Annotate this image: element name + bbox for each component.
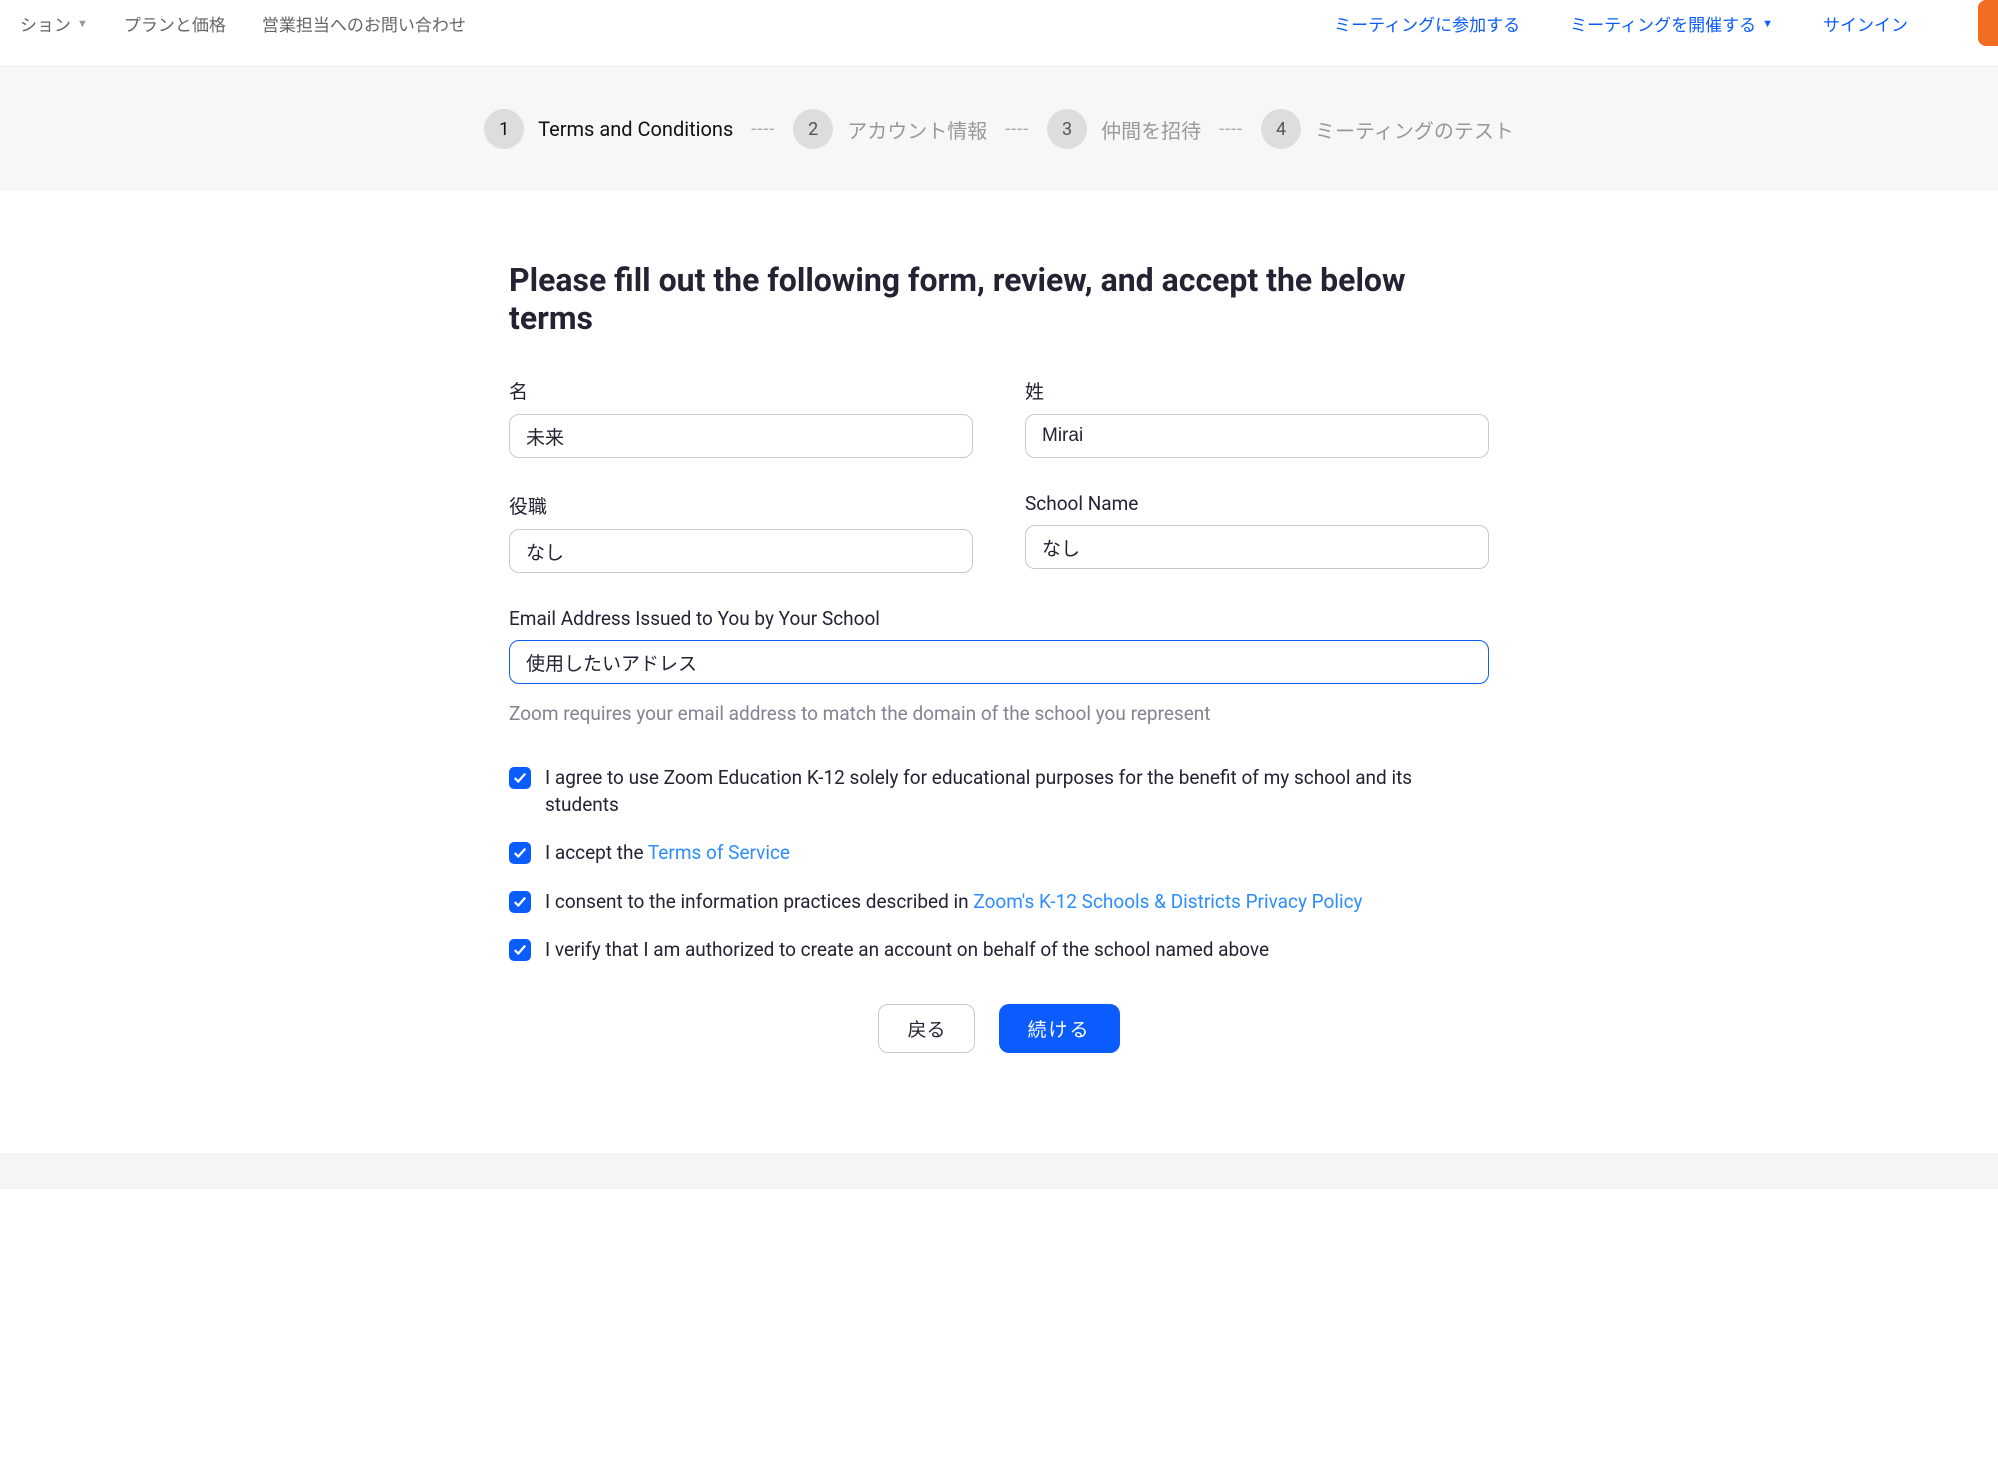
- field-email: Email Address Issued to You by Your Scho…: [509, 607, 1489, 725]
- checkboxes: I agree to use Zoom Education K-12 solel…: [509, 765, 1489, 964]
- position-label: 役職: [509, 492, 973, 519]
- step-sep: ----: [1005, 119, 1029, 140]
- check-icon: [513, 771, 527, 785]
- nav-signin-label: サインイン: [1823, 11, 1908, 36]
- step-num: 2: [793, 109, 833, 149]
- field-last-name: 姓: [1025, 377, 1489, 458]
- step-num: 1: [484, 109, 524, 149]
- nav-join-meeting[interactable]: ミーティングに参加する: [1334, 11, 1520, 36]
- checkbox-4[interactable]: [509, 939, 531, 961]
- page-title: Please fill out the following form, revi…: [509, 261, 1489, 337]
- step-sep: ----: [1219, 119, 1243, 140]
- step-label: 仲間を招待: [1101, 115, 1201, 144]
- first-name-input[interactable]: [509, 414, 973, 458]
- first-name-label: 名: [509, 377, 973, 404]
- check-privacy: I consent to the information practices d…: [509, 889, 1489, 916]
- step-num: 4: [1261, 109, 1301, 149]
- nav-pricing[interactable]: プランと価格: [124, 11, 226, 36]
- step-1: 1 Terms and Conditions ----: [484, 109, 775, 149]
- footer: [0, 1153, 1998, 1189]
- nav-left: ション ▼ プランと価格 営業担当へのお問い合わせ: [20, 11, 466, 36]
- position-input[interactable]: [509, 529, 973, 573]
- email-input[interactable]: [509, 640, 1489, 684]
- check-2-text: I accept the Terms of Service: [545, 840, 1489, 867]
- nav-right: ミーティングに参加する ミーティングを開催する ▼ サインイン: [1334, 0, 1978, 46]
- field-position: 役職: [509, 492, 973, 573]
- school-name-label: School Name: [1025, 492, 1489, 515]
- check-terms: I accept the Terms of Service: [509, 840, 1489, 867]
- back-button[interactable]: 戻る: [878, 1004, 974, 1053]
- nav-host-label: ミーティングを開催する: [1570, 11, 1756, 36]
- nav-join-label: ミーティングに参加する: [1334, 11, 1520, 36]
- step-sep: ----: [751, 119, 775, 140]
- nav-contact-label: 営業担当へのお問い合わせ: [262, 11, 466, 36]
- last-name-label: 姓: [1025, 377, 1489, 404]
- field-first-name: 名: [509, 377, 973, 458]
- step-label: アカウント情報: [847, 115, 987, 144]
- terms-of-service-link[interactable]: Terms of Service: [648, 841, 790, 864]
- step-3: 3 仲間を招待 ----: [1047, 109, 1243, 149]
- check-icon: [513, 943, 527, 957]
- step-4: 4 ミーティングのテスト: [1261, 109, 1514, 149]
- step-label: ミーティングのテスト: [1315, 115, 1514, 144]
- checkbox-2[interactable]: [509, 842, 531, 864]
- signup-button-edge[interactable]: [1978, 0, 1998, 46]
- step-label: Terms and Conditions: [538, 117, 733, 141]
- email-label: Email Address Issued to You by Your Scho…: [509, 607, 1489, 630]
- nav-solutions[interactable]: ション ▼: [20, 11, 88, 36]
- check-4-text: I verify that I am authorized to create …: [545, 937, 1489, 964]
- email-helper: Zoom requires your email address to matc…: [509, 702, 1489, 725]
- school-name-input[interactable]: [1025, 525, 1489, 569]
- nav-solutions-label: ション: [20, 11, 71, 36]
- check-icon: [513, 895, 527, 909]
- action-buttons: 戻る 続ける: [509, 1004, 1489, 1053]
- checkbox-3[interactable]: [509, 891, 531, 913]
- check-1-text: I agree to use Zoom Education K-12 solel…: [545, 765, 1489, 818]
- step-2: 2 アカウント情報 ----: [793, 109, 1029, 149]
- nav-contact-sales[interactable]: 営業担当へのお問い合わせ: [262, 11, 466, 36]
- check-authorized: I verify that I am authorized to create …: [509, 937, 1489, 964]
- checkbox-1[interactable]: [509, 767, 531, 789]
- check-educational-purpose: I agree to use Zoom Education K-12 solel…: [509, 765, 1489, 818]
- check-2-prefix: I accept the: [545, 841, 648, 864]
- check-3-text: I consent to the information practices d…: [545, 889, 1489, 916]
- row-position-school: 役職 School Name: [509, 492, 1489, 573]
- continue-button[interactable]: 続ける: [999, 1004, 1120, 1053]
- stepper: 1 Terms and Conditions ---- 2 アカウント情報 --…: [0, 67, 1998, 191]
- privacy-policy-link[interactable]: Zoom's K-12 Schools & Districts Privacy …: [973, 890, 1362, 913]
- caret-down-icon: ▼: [1762, 17, 1773, 30]
- check-icon: [513, 846, 527, 860]
- nav-sign-in[interactable]: サインイン: [1823, 11, 1908, 36]
- main-form: Please fill out the following form, revi…: [489, 191, 1509, 1093]
- field-school-name: School Name: [1025, 492, 1489, 573]
- check-3-prefix: I consent to the information practices d…: [545, 890, 973, 913]
- nav-pricing-label: プランと価格: [124, 11, 226, 36]
- top-nav: ション ▼ プランと価格 営業担当へのお問い合わせ ミーティングに参加する ミー…: [0, 0, 1998, 67]
- nav-host-meeting[interactable]: ミーティングを開催する ▼: [1570, 11, 1773, 36]
- row-name: 名 姓: [509, 377, 1489, 458]
- step-num: 3: [1047, 109, 1087, 149]
- caret-down-icon: ▼: [77, 17, 88, 30]
- last-name-input[interactable]: [1025, 414, 1489, 458]
